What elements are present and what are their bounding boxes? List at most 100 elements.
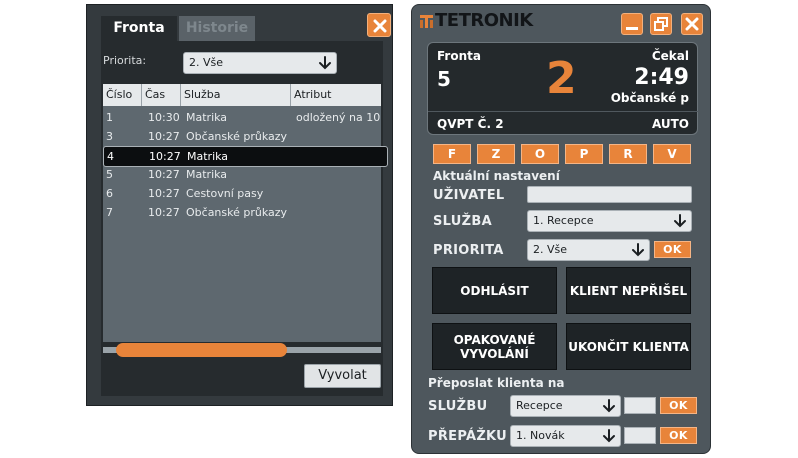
cell-atribut: odložený na 10:5 <box>296 111 381 124</box>
forward-service-value: Recepce <box>516 399 563 412</box>
arrow-down-icon <box>603 429 615 443</box>
priority-label: PRIORITA <box>433 243 504 258</box>
queue-table-header: Číslo Čas Služba Atribut <box>103 84 381 106</box>
display-divider <box>428 111 699 112</box>
cell-cas: 10:27 <box>148 168 180 181</box>
status-display: Fronta 5 2 Čekal 2:49 Občanské p QVPT Č.… <box>427 42 699 135</box>
table-row[interactable]: 3 10:27 Občanské průkazy <box>103 127 381 146</box>
function-key-r[interactable]: R <box>609 144 647 164</box>
function-key-z[interactable]: Z <box>477 144 515 164</box>
restore-icon <box>654 17 668 31</box>
column-header-cislo[interactable]: Číslo <box>103 84 142 106</box>
tetronik-panel: TETRONIK Fronta 5 2 Čekal 2:49 Občanské … <box>411 4 711 454</box>
priority-select[interactable]: 2. Vše <box>527 239 650 261</box>
service-label: SLUŽBA <box>433 214 492 229</box>
cell-atribut <box>296 127 381 146</box>
tab-historie[interactable]: Historie <box>179 16 255 41</box>
forward-service-select[interactable]: Recepce <box>510 395 621 417</box>
queue-label: Fronta <box>437 49 481 63</box>
logo-mark-icon <box>420 15 433 28</box>
table-row[interactable]: 1 10:30 Matrika odložený na 10:5 <box>103 108 381 127</box>
cell-atribut <box>297 147 382 166</box>
cell-cas: 10:27 <box>148 206 180 219</box>
priority-select-value: 2. Vše <box>189 56 224 69</box>
cell-cas: 10:30 <box>148 111 180 124</box>
forward-desk-label: PŘEPÁŽKU <box>428 429 508 444</box>
minimize-icon <box>626 27 638 30</box>
cell-sluzba: Matrika <box>186 111 228 124</box>
recall-button[interactable]: OPAKOVANÉ VYVOLÁNÍ <box>432 323 557 370</box>
queue-table: Číslo Čas Služba Atribut 1 10:30 Matrika od… <box>103 84 388 342</box>
waited-label: Čekal <box>651 49 689 63</box>
cell-cislo: 5 <box>106 168 113 181</box>
cell-atribut <box>296 184 381 203</box>
close-icon <box>373 19 387 33</box>
cell-atribut <box>296 203 381 222</box>
column-header-atribut[interactable]: Atribut <box>291 84 381 106</box>
minimize-button[interactable] <box>621 13 643 35</box>
arrow-down-icon <box>319 56 331 70</box>
forward-desk-ok-button[interactable]: OK <box>660 427 697 444</box>
user-label: UŽIVATEL <box>433 188 505 203</box>
priority-ok-button[interactable]: OK <box>654 241 691 258</box>
cell-cas: 10:27 <box>149 150 181 163</box>
waited-service: Občanské p <box>610 91 689 105</box>
horizontal-scrollbar-thumb[interactable] <box>116 343 287 357</box>
waited-time: 2:49 <box>634 65 689 90</box>
queue-body: Priorita: 2. Vše Číslo Čas Služba Atribu… <box>101 41 388 396</box>
arrow-down-icon <box>674 214 686 228</box>
logo-text: TETRONIK <box>435 10 533 31</box>
queue-close-button[interactable] <box>367 13 391 37</box>
forward-title: Přeposlat klienta na <box>428 376 565 390</box>
function-key-f[interactable]: F <box>433 144 471 164</box>
service-place: QVPT Č. 2 <box>437 117 504 131</box>
cell-sluzba: Občanské průkazy <box>186 130 288 143</box>
close-button[interactable] <box>681 13 703 35</box>
cell-atribut <box>296 165 381 184</box>
current-ticket-number: 2 <box>546 53 577 104</box>
cell-cislo: 1 <box>106 111 113 124</box>
function-key-o[interactable]: O <box>521 144 559 164</box>
priority-select-value: 2. Vše <box>533 243 568 256</box>
column-header-cas[interactable]: Čas <box>142 84 181 106</box>
current-settings-title: Aktuální nastavení <box>433 169 560 183</box>
forward-desk-value: 1. Novák <box>516 429 565 442</box>
finish-client-button[interactable]: UKONČIT KLIENTA <box>566 323 691 370</box>
close-icon <box>685 17 699 31</box>
arrow-down-icon <box>632 243 644 257</box>
forward-desk-select[interactable]: 1. Novák <box>510 425 621 447</box>
cell-cislo: 4 <box>107 150 114 163</box>
cell-cislo: 3 <box>106 130 113 143</box>
call-button[interactable]: Vyvolat <box>304 364 381 388</box>
cell-cas: 10:27 <box>148 130 180 143</box>
tab-fronta[interactable]: Fronta <box>101 16 177 41</box>
logout-button[interactable]: ODHLÁSIT <box>432 267 557 314</box>
forward-service-label: SLUŽBU <box>428 399 488 414</box>
cell-sluzba: Matrika <box>187 150 229 163</box>
queue-count: 5 <box>437 67 451 91</box>
priority-label: Priorita: <box>103 54 147 67</box>
queue-window: Fronta Historie Priorita: 2. Vše Číslo Č… <box>86 4 393 406</box>
cell-cislo: 7 <box>106 206 113 219</box>
function-key-v[interactable]: V <box>653 144 691 164</box>
service-select-value: 1. Recepce <box>533 214 594 227</box>
restore-button[interactable] <box>650 13 672 35</box>
call-mode: AUTO <box>651 117 689 131</box>
table-row[interactable]: 7 10:27 Občanské průkazy <box>103 203 381 222</box>
priority-select[interactable]: 2. Vše <box>183 52 337 74</box>
column-header-sluzba[interactable]: Služba <box>181 84 291 106</box>
arrow-down-icon <box>603 399 615 413</box>
cell-cas: 10:27 <box>148 187 180 200</box>
function-key-p[interactable]: P <box>565 144 603 164</box>
forward-desk-input[interactable] <box>624 427 656 444</box>
table-row[interactable]: 5 10:27 Matrika <box>103 165 381 184</box>
cell-sluzba: Občanské průkazy <box>186 206 288 219</box>
table-row[interactable]: 6 10:27 Cestovní pasy <box>103 184 381 203</box>
forward-service-ok-button[interactable]: OK <box>660 397 697 414</box>
service-select[interactable]: 1. Recepce <box>527 210 692 232</box>
user-field[interactable] <box>527 186 692 203</box>
client-no-show-button[interactable]: KLIENT NEPŘIŠEL <box>566 267 691 314</box>
table-row[interactable]: 4 10:27 Matrika <box>103 146 388 167</box>
cell-cislo: 6 <box>106 187 113 200</box>
forward-service-input[interactable] <box>624 397 656 414</box>
